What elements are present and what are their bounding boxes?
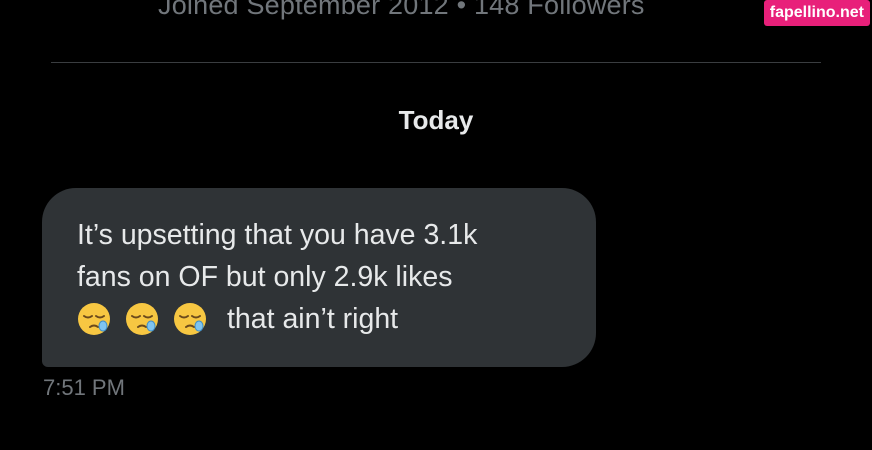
message-bubble[interactable]: It’s upsetting that you have 3.1k fans o… [42, 188, 596, 367]
sleepy-face-icon [77, 302, 111, 336]
message-line-3-text: that ain’t right [227, 303, 399, 335]
sleepy-face-icon [173, 302, 207, 336]
day-separator: Today [398, 105, 474, 135]
profile-meta: Joined September 2012 • 148 Followers [158, 0, 645, 20]
watermark: fapellino.net [763, 0, 870, 26]
message-line-1: It’s upsetting that you have 3.1k [77, 219, 478, 251]
message-timestamp: 7:51 PM [43, 375, 125, 400]
divider [51, 62, 821, 63]
message-line-3: that ain’t right [77, 298, 576, 340]
message-line-2: fans on OF but only 2.9k likes [77, 261, 453, 293]
sleepy-face-icon [125, 302, 159, 336]
